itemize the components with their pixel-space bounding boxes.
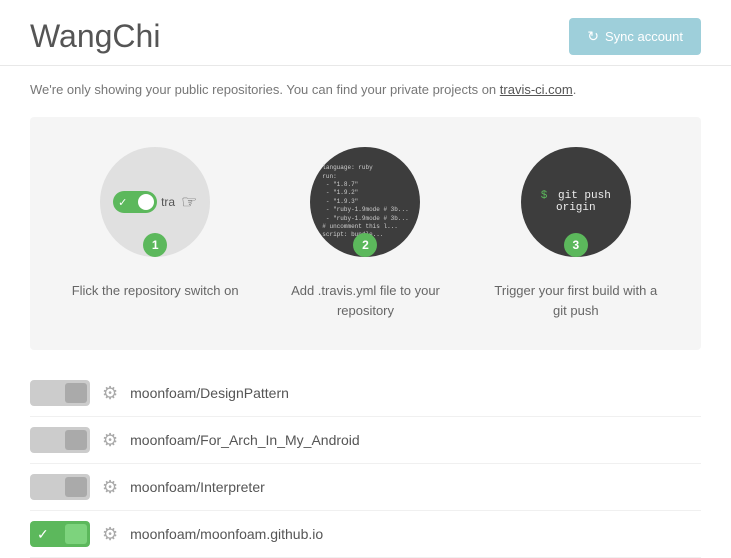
code-line-2: run: [322, 173, 336, 180]
terminal-dollar: $ [541, 190, 548, 202]
repo-1-settings-icon[interactable]: ⚙ [102, 430, 118, 451]
code-line-6: - "ruby-1.9mode # 3b... [322, 206, 408, 213]
repo-2-knob [65, 477, 87, 497]
step-3-badge: 3 [564, 233, 588, 257]
repo-3-knob [65, 524, 87, 544]
step-1: ✓ tra ☞ 1 Flick the repository switch on [65, 147, 245, 301]
repo-1-name: moonfoam/For_Arch_In_My_Android [130, 432, 360, 448]
subheader-text-before: We're only showing your public repositor… [30, 82, 500, 97]
step-3-visual: $ git push origin 3 [521, 147, 631, 257]
travis-ci-link[interactable]: travis-ci.com [500, 82, 573, 97]
step-3: $ git push origin 3 Trigger your first b… [486, 147, 666, 320]
repo-item-2: ✕ ⚙ moonfoam/Interpreter [30, 464, 701, 511]
step-1-label: Flick the repository switch on [72, 281, 239, 301]
page-title: WangChi [30, 18, 160, 55]
sync-account-button[interactable]: ↻ Sync account [569, 18, 701, 55]
sync-icon: ↻ [587, 28, 599, 45]
step-1-badge: 1 [143, 233, 167, 257]
repo-2-settings-icon[interactable]: ⚙ [102, 477, 118, 498]
repo-item-1: ✕ ⚙ moonfoam/For_Arch_In_My_Android [30, 417, 701, 464]
cursor-icon: ☞ [181, 192, 197, 213]
repo-3-settings-icon[interactable]: ⚙ [102, 524, 118, 545]
step-1-check: ✓ [118, 196, 127, 209]
repo-0-name: moonfoam/DesignPattern [130, 385, 289, 401]
repo-item-3: ✓ ⚙ moonfoam/moonfoam.github.io [30, 511, 701, 558]
code-line-7: - "ruby-1.9mode # 3b... [322, 215, 408, 222]
header: WangChi ↻ Sync account [0, 0, 731, 66]
repo-2-name: moonfoam/Interpreter [130, 479, 265, 495]
terminal-command: git push origin [556, 190, 611, 214]
code-line-3: - "1.8.7" [322, 181, 358, 188]
step-2-code: language: ruby run: - "1.8.7" - "1.9.2" … [318, 160, 412, 244]
repo-3-name: moonfoam/moonfoam.github.io [130, 526, 323, 542]
step-1-repo-label: tra [161, 195, 175, 209]
code-line-4: - "1.9.2" [322, 189, 358, 196]
repo-3-check-mark: ✓ [37, 526, 49, 543]
repo-0-knob [65, 383, 87, 403]
repo-1-knob [65, 430, 87, 450]
code-line-1: language: ruby [322, 164, 372, 171]
step-1-knob [138, 194, 154, 210]
repo-3-toggle[interactable]: ✓ [30, 521, 90, 547]
repo-1-toggle[interactable]: ✕ [30, 427, 90, 453]
sync-button-label: Sync account [605, 29, 683, 44]
subheader: We're only showing your public repositor… [0, 66, 731, 107]
repository-list: ✕ ⚙ moonfoam/DesignPattern ✕ ⚙ moonfoam/… [0, 370, 731, 558]
subheader-text-after: . [573, 82, 577, 97]
code-line-5: - "1.9.3" [322, 198, 358, 205]
terminal-content: $ git push origin [521, 190, 631, 214]
repo-0-settings-icon[interactable]: ⚙ [102, 383, 118, 404]
step-2-badge: 2 [353, 233, 377, 257]
steps-container: ✓ tra ☞ 1 Flick the repository switch on… [30, 117, 701, 350]
step-2-visual: language: ruby run: - "1.8.7" - "1.9.2" … [310, 147, 420, 257]
step-1-visual: ✓ tra ☞ 1 [100, 147, 210, 257]
code-line-8: # uncomment this l... [322, 223, 398, 230]
step-3-label: Trigger your first build with a git push [486, 281, 666, 320]
repo-2-toggle[interactable]: ✕ [30, 474, 90, 500]
repo-item-0: ✕ ⚙ moonfoam/DesignPattern [30, 370, 701, 417]
step-2-label: Add .travis.yml file to your repository [275, 281, 455, 320]
repo-0-toggle[interactable]: ✕ [30, 380, 90, 406]
step-2: language: ruby run: - "1.8.7" - "1.9.2" … [275, 147, 455, 320]
step-1-toggle-on: ✓ [113, 191, 157, 213]
step-1-toggle-demo: ✓ tra ☞ [113, 191, 197, 213]
